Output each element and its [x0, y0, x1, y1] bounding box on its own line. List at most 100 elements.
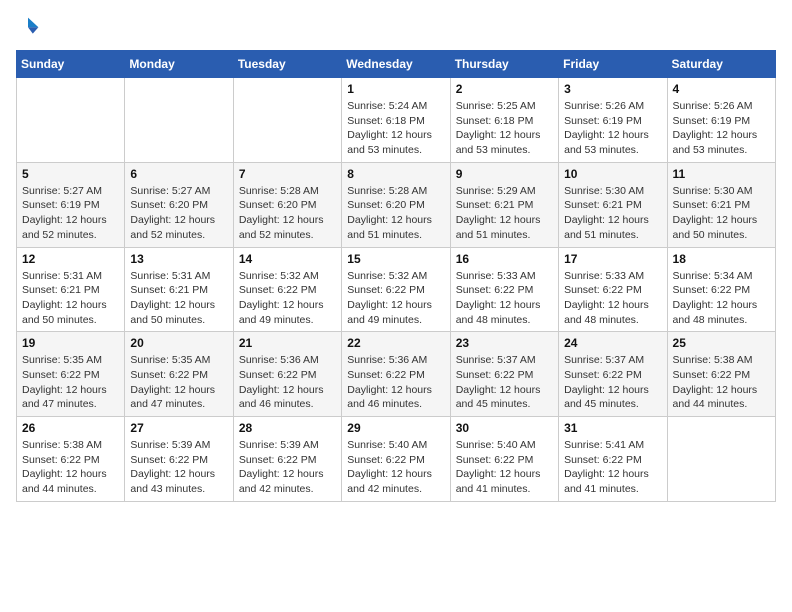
day-number: 19: [22, 336, 119, 350]
calendar-body: 1Sunrise: 5:24 AM Sunset: 6:18 PM Daylig…: [17, 78, 776, 502]
day-info: Sunrise: 5:29 AM Sunset: 6:21 PM Dayligh…: [456, 184, 553, 243]
day-number: 16: [456, 252, 553, 266]
calendar-week-row: 12 Sunrise: 5:31 AM Sunset: 6:21 PM Dayli…: [17, 247, 776, 332]
day-info: Sunrise: 5:39 AM Sunset: 6:22 PM Dayligh…: [239, 438, 336, 497]
day-info: Sunrise: 5:32 AM Sunset: 6:22 PM Dayligh…: [347, 269, 444, 328]
day-number: 13: [130, 252, 227, 266]
calendar-cell: 24 Sunrise: 5:37 AM Sunset: 6:22 PM Dayli…: [559, 332, 667, 417]
day-info: Sunrise: 5:24 AM Sunset: 6:18 PM Dayligh…: [347, 99, 444, 158]
day-info: Sunrise: 5:35 AM Sunset: 6:22 PM Dayligh…: [130, 353, 227, 412]
page-header: [16, 16, 776, 40]
day-info: Sunrise: 5:39 AM Sunset: 6:22 PM Dayligh…: [130, 438, 227, 497]
day-info: Sunrise: 5:32 AM Sunset: 6:22 PM Dayligh…: [239, 269, 336, 328]
day-info: Sunrise: 5:38 AM Sunset: 6:22 PM Dayligh…: [673, 353, 770, 412]
calendar-cell: 20 Sunrise: 5:35 AM Sunset: 6:22 PM Dayli…: [125, 332, 233, 417]
calendar-cell: 13 Sunrise: 5:31 AM Sunset: 6:21 PM Dayli…: [125, 247, 233, 332]
day-number: 10: [564, 167, 661, 181]
day-number: 11: [673, 167, 770, 181]
day-info: Sunrise: 5:37 AM Sunset: 6:22 PM Dayligh…: [456, 353, 553, 412]
calendar-day-header: Tuesday: [233, 51, 341, 78]
day-info: Sunrise: 5:30 AM Sunset: 6:21 PM Dayligh…: [673, 184, 770, 243]
calendar-week-row: 26 Sunrise: 5:38 AM Sunset: 6:22 PM Dayli…: [17, 417, 776, 502]
day-number: 18: [673, 252, 770, 266]
calendar-day-header: Monday: [125, 51, 233, 78]
day-info: Sunrise: 5:37 AM Sunset: 6:22 PM Dayligh…: [564, 353, 661, 412]
calendar-cell: 21Sunrise: 5:36 AM Sunset: 6:22 PM Dayli…: [233, 332, 341, 417]
day-number: 30: [456, 421, 553, 435]
day-info: Sunrise: 5:27 AM Sunset: 6:20 PM Dayligh…: [130, 184, 227, 243]
calendar-cell: 23 Sunrise: 5:37 AM Sunset: 6:22 PM Dayli…: [450, 332, 558, 417]
day-number: 4: [673, 82, 770, 96]
calendar-cell: 31 Sunrise: 5:41 AM Sunset: 6:22 PM Dayli…: [559, 417, 667, 502]
day-number: 31: [564, 421, 661, 435]
day-number: 2: [456, 82, 553, 96]
day-info: Sunrise: 5:33 AM Sunset: 6:22 PM Dayligh…: [456, 269, 553, 328]
day-info: Sunrise: 5:26 AM Sunset: 6:19 PM Dayligh…: [564, 99, 661, 158]
day-number: 14: [239, 252, 336, 266]
day-number: 27: [130, 421, 227, 435]
calendar-day-header: Thursday: [450, 51, 558, 78]
calendar-table: SundayMondayTuesdayWednesdayThursdayFrid…: [16, 50, 776, 502]
day-info: Sunrise: 5:40 AM Sunset: 6:22 PM Dayligh…: [347, 438, 444, 497]
logo-icon: [16, 16, 40, 40]
calendar-cell: 9 Sunrise: 5:29 AM Sunset: 6:21 PM Daylig…: [450, 162, 558, 247]
day-number: 5: [22, 167, 119, 181]
day-info: Sunrise: 5:36 AM Sunset: 6:22 PM Dayligh…: [347, 353, 444, 412]
day-info: Sunrise: 5:28 AM Sunset: 6:20 PM Dayligh…: [239, 184, 336, 243]
calendar-cell: 19 Sunrise: 5:35 AM Sunset: 6:22 PM Dayli…: [17, 332, 125, 417]
day-number: 3: [564, 82, 661, 96]
calendar-cell: 7Sunrise: 5:28 AM Sunset: 6:20 PM Daylig…: [233, 162, 341, 247]
calendar-day-header: Sunday: [17, 51, 125, 78]
calendar-cell: [125, 78, 233, 163]
day-info: Sunrise: 5:31 AM Sunset: 6:21 PM Dayligh…: [130, 269, 227, 328]
day-info: Sunrise: 5:36 AM Sunset: 6:22 PM Dayligh…: [239, 353, 336, 412]
calendar-cell: 10Sunrise: 5:30 AM Sunset: 6:21 PM Dayli…: [559, 162, 667, 247]
calendar-cell: 11 Sunrise: 5:30 AM Sunset: 6:21 PM Dayli…: [667, 162, 775, 247]
day-number: 20: [130, 336, 227, 350]
day-number: 8: [347, 167, 444, 181]
calendar-cell: 12 Sunrise: 5:31 AM Sunset: 6:21 PM Dayli…: [17, 247, 125, 332]
day-info: Sunrise: 5:28 AM Sunset: 6:20 PM Dayligh…: [347, 184, 444, 243]
day-number: 6: [130, 167, 227, 181]
day-number: 22: [347, 336, 444, 350]
calendar-cell: 8 Sunrise: 5:28 AM Sunset: 6:20 PM Daylig…: [342, 162, 450, 247]
day-info: Sunrise: 5:34 AM Sunset: 6:22 PM Dayligh…: [673, 269, 770, 328]
calendar-cell: 14 Sunrise: 5:32 AM Sunset: 6:22 PM Dayli…: [233, 247, 341, 332]
calendar-cell: 1Sunrise: 5:24 AM Sunset: 6:18 PM Daylig…: [342, 78, 450, 163]
calendar-cell: 3 Sunrise: 5:26 AM Sunset: 6:19 PM Daylig…: [559, 78, 667, 163]
day-info: Sunrise: 5:41 AM Sunset: 6:22 PM Dayligh…: [564, 438, 661, 497]
calendar-cell: 25Sunrise: 5:38 AM Sunset: 6:22 PM Dayli…: [667, 332, 775, 417]
day-number: 28: [239, 421, 336, 435]
day-number: 17: [564, 252, 661, 266]
day-info: Sunrise: 5:26 AM Sunset: 6:19 PM Dayligh…: [673, 99, 770, 158]
calendar-cell: [667, 417, 775, 502]
day-number: 26: [22, 421, 119, 435]
calendar-header-row: SundayMondayTuesdayWednesdayThursdayFrid…: [17, 51, 776, 78]
calendar-cell: 17 Sunrise: 5:33 AM Sunset: 6:22 PM Dayli…: [559, 247, 667, 332]
day-number: 24: [564, 336, 661, 350]
day-number: 15: [347, 252, 444, 266]
logo: [16, 16, 44, 40]
calendar-cell: 28 Sunrise: 5:39 AM Sunset: 6:22 PM Dayli…: [233, 417, 341, 502]
calendar-cell: 29 Sunrise: 5:40 AM Sunset: 6:22 PM Dayli…: [342, 417, 450, 502]
day-number: 23: [456, 336, 553, 350]
calendar-cell: 15 Sunrise: 5:32 AM Sunset: 6:22 PM Dayli…: [342, 247, 450, 332]
calendar-week-row: 5 Sunrise: 5:27 AM Sunset: 6:19 PM Daylig…: [17, 162, 776, 247]
day-info: Sunrise: 5:40 AM Sunset: 6:22 PM Dayligh…: [456, 438, 553, 497]
calendar-cell: 22 Sunrise: 5:36 AM Sunset: 6:22 PM Dayli…: [342, 332, 450, 417]
day-number: 9: [456, 167, 553, 181]
calendar-cell: 30 Sunrise: 5:40 AM Sunset: 6:22 PM Dayli…: [450, 417, 558, 502]
day-info: Sunrise: 5:27 AM Sunset: 6:19 PM Dayligh…: [22, 184, 119, 243]
day-info: Sunrise: 5:35 AM Sunset: 6:22 PM Dayligh…: [22, 353, 119, 412]
day-info: Sunrise: 5:25 AM Sunset: 6:18 PM Dayligh…: [456, 99, 553, 158]
calendar-day-header: Friday: [559, 51, 667, 78]
day-number: 12: [22, 252, 119, 266]
calendar-cell: [233, 78, 341, 163]
day-info: Sunrise: 5:33 AM Sunset: 6:22 PM Dayligh…: [564, 269, 661, 328]
day-info: Sunrise: 5:31 AM Sunset: 6:21 PM Dayligh…: [22, 269, 119, 328]
calendar-cell: 27 Sunrise: 5:39 AM Sunset: 6:22 PM Dayli…: [125, 417, 233, 502]
calendar-day-header: Wednesday: [342, 51, 450, 78]
calendar-cell: 5 Sunrise: 5:27 AM Sunset: 6:19 PM Daylig…: [17, 162, 125, 247]
day-info: Sunrise: 5:38 AM Sunset: 6:22 PM Dayligh…: [22, 438, 119, 497]
day-number: 29: [347, 421, 444, 435]
